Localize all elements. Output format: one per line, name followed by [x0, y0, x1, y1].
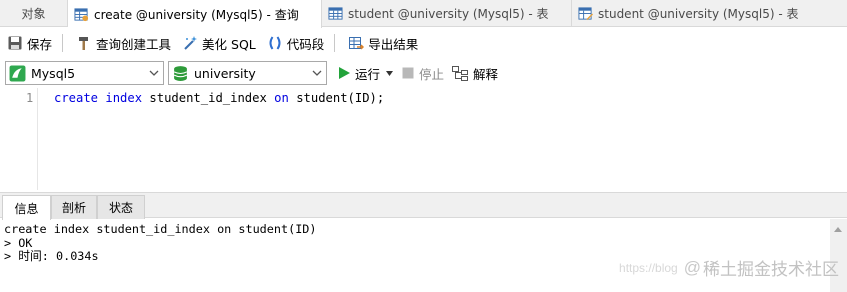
watermark-blog: https://blog [619, 260, 678, 275]
play-icon [339, 67, 350, 79]
index-name: student_id_index [149, 91, 267, 105]
index-target: student(ID); [296, 91, 385, 105]
keyword-on: on [274, 91, 289, 105]
document-tab-strip: 对象 create @university (Mysql5) - 查询 stud… [0, 0, 847, 28]
tab-profile-label: 剖析 [61, 201, 86, 215]
run-label: 运行 [355, 66, 381, 82]
tab-info-label: 信息 [14, 201, 39, 216]
explain-icon [452, 65, 468, 81]
watermark: https://blog @ 稀土掘金技术社区 [619, 255, 839, 281]
export-results-label: 导出结果 [368, 36, 419, 52]
chevron-down-icon [312, 70, 322, 76]
tab-query-create[interactable]: create @university (Mysql5) - 查询 [68, 0, 322, 28]
connection-value: Mysql5 [31, 65, 76, 81]
query-builder-button[interactable]: 查询创建工具 [72, 31, 175, 55]
table-design-icon [578, 7, 593, 21]
table-icon [328, 7, 343, 20]
tab-student-table-label: student @university (Mysql5) - 表 [348, 7, 549, 21]
connection-selector-row: Mysql5 university 运行 停止 解释 [0, 59, 847, 87]
save-icon [8, 36, 22, 50]
toolbar-divider [62, 34, 64, 52]
database-select[interactable]: university [168, 61, 327, 85]
tab-profile[interactable]: 剖析 [51, 195, 97, 219]
chevron-down-icon [149, 70, 159, 76]
parentheses-icon [269, 36, 281, 50]
beautify-sql-label: 美化 SQL [202, 36, 256, 52]
output-line: create index student_id_index on student… [4, 222, 317, 236]
magic-wand-icon [184, 36, 198, 50]
tab-status-label: 状态 [108, 201, 133, 215]
tab-status[interactable]: 状态 [97, 195, 145, 219]
line-number-gutter: 1 [0, 88, 38, 190]
tab-objects[interactable]: 对象 [0, 0, 68, 27]
stop-label: 停止 [419, 66, 445, 82]
code-snippet-button[interactable]: 代码段 [263, 31, 329, 55]
toolbar-divider [334, 34, 336, 52]
export-results-button[interactable]: 导出结果 [344, 31, 422, 55]
query-toolbar: 保存 查询创建工具 美化 SQL 代码段 导出结果 [0, 28, 847, 58]
export-icon [349, 37, 365, 50]
output-line: > OK [4, 235, 33, 250]
keyword-create: create [54, 91, 99, 105]
caret-down-icon [386, 70, 393, 76]
tab-query-create-label: create @university (Mysql5) - 查询 [94, 7, 299, 22]
run-options-dropdown[interactable] [386, 59, 393, 87]
line-number: 1 [26, 91, 34, 105]
scroll-up-arrow[interactable] [834, 227, 842, 232]
explain-label: 解释 [473, 66, 499, 82]
save-button[interactable]: 保存 [3, 31, 56, 55]
tab-student-design[interactable]: student @university (Mysql5) - 表 [572, 0, 847, 27]
beautify-sql-button[interactable]: 美化 SQL [178, 31, 260, 55]
stop-icon [402, 67, 414, 79]
tab-objects-label: 对象 [21, 7, 46, 21]
query-table-icon [74, 7, 89, 21]
keyword-index: index [105, 91, 143, 105]
connection-select[interactable]: Mysql5 [5, 61, 164, 85]
save-label: 保存 [27, 36, 53, 52]
watermark-at: @ [683, 257, 701, 277]
tab-info[interactable]: 信息 [2, 195, 51, 220]
watermark-brand: 稀土掘金技术社区 [703, 260, 839, 280]
result-panel-tabs: 信息 剖析 状态 [0, 192, 847, 220]
hammer-icon [79, 37, 89, 50]
stop-button[interactable]: 停止 [401, 59, 444, 87]
query-builder-label: 查询创建工具 [96, 36, 172, 52]
mysql-connection-icon [9, 65, 26, 81]
code-snippet-label: 代码段 [286, 36, 325, 52]
run-button[interactable]: 运行 [337, 59, 380, 87]
explain-button[interactable]: 解释 [452, 59, 498, 87]
sql-editor[interactable]: 1 create index student_id_index on stude… [0, 88, 847, 190]
tab-student-design-label: student @university (Mysql5) - 表 [598, 7, 799, 21]
tab-student-table[interactable]: student @university (Mysql5) - 表 [322, 0, 572, 27]
sql-code-line[interactable]: create index student_id_index on student… [54, 91, 384, 105]
database-value: university [194, 65, 256, 81]
database-icon [173, 65, 188, 81]
